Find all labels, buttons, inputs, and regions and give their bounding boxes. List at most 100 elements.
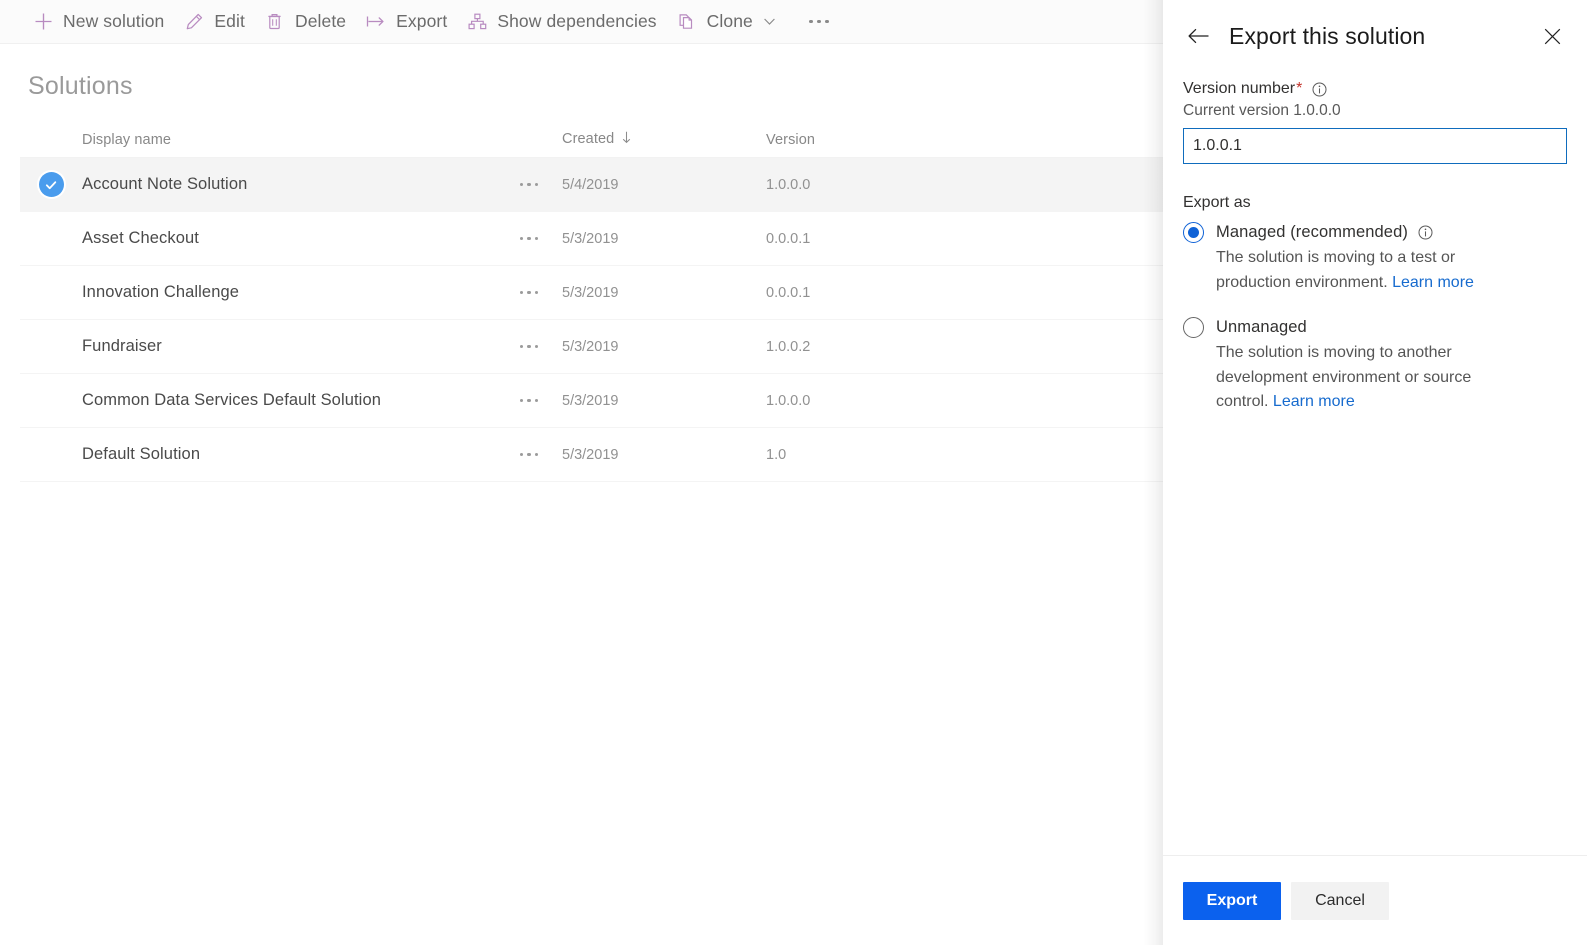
plus-icon xyxy=(30,11,56,33)
solutions-grid: Display name Created Version Account Not… xyxy=(20,122,1163,482)
ellipsis-icon xyxy=(520,291,542,294)
ellipsis-dot xyxy=(817,20,821,24)
radio-unmanaged-description: The solution is moving to another develo… xyxy=(1216,341,1506,415)
row-created: 5/3/2019 xyxy=(562,339,766,355)
row-version: 0.0.0.1 xyxy=(766,285,1026,301)
panel-footer: Export Cancel xyxy=(1163,855,1587,945)
version-number-label-row: Version number* xyxy=(1183,80,1567,98)
table-row[interactable]: Innovation Challenge 5/3/20190.0.0.1 xyxy=(20,266,1163,320)
panel-title: Export this solution xyxy=(1229,23,1425,50)
export-submit-button[interactable]: Export xyxy=(1183,882,1281,920)
clone-button[interactable]: Clone xyxy=(670,0,791,44)
radio-managed[interactable]: Managed (recommended) xyxy=(1183,222,1567,243)
row-more-actions-button[interactable] xyxy=(520,237,562,240)
sort-descending-icon xyxy=(621,131,632,148)
row-more-actions-button[interactable] xyxy=(520,399,562,402)
row-display-name[interactable]: Asset Checkout xyxy=(82,229,520,248)
export-button[interactable]: Export xyxy=(359,0,460,44)
info-icon[interactable] xyxy=(1418,225,1433,240)
cancel-button[interactable]: Cancel xyxy=(1291,882,1389,920)
checkmark-icon xyxy=(39,172,64,197)
row-display-name[interactable]: Fundraiser xyxy=(82,337,520,356)
clone-label: Clone xyxy=(707,11,753,32)
show-dependencies-button[interactable]: Show dependencies xyxy=(460,0,669,44)
page-title: Solutions xyxy=(28,72,133,101)
ellipsis-icon xyxy=(520,345,542,348)
hierarchy-icon xyxy=(464,11,490,33)
radio-button-outer xyxy=(1183,222,1204,243)
row-created: 5/3/2019 xyxy=(562,447,766,463)
export-as-radio-group: Managed (recommended) The solution is mo… xyxy=(1183,222,1567,415)
column-header-version[interactable]: Version xyxy=(766,132,1026,148)
export-solution-panel: Export this solution Version number* xyxy=(1163,0,1587,945)
more-commands-button[interactable] xyxy=(799,0,839,44)
close-button[interactable] xyxy=(1535,19,1569,53)
radio-unmanaged[interactable]: Unmanaged xyxy=(1183,317,1567,338)
ellipsis-icon xyxy=(520,183,542,186)
info-icon[interactable] xyxy=(1312,82,1327,97)
table-row[interactable]: Common Data Services Default Solution 5/3… xyxy=(20,374,1163,428)
delete-button[interactable]: Delete xyxy=(258,0,359,44)
column-header-display-name[interactable]: Display name xyxy=(82,132,520,148)
row-version: 0.0.0.1 xyxy=(766,231,1026,247)
new-solution-label: New solution xyxy=(63,11,164,32)
radio-managed-description: The solution is moving to a test or prod… xyxy=(1216,246,1506,295)
ellipsis-dot xyxy=(825,20,829,24)
learn-more-link-unmanaged[interactable]: Learn more xyxy=(1273,393,1355,410)
grid-rows: Account Note Solution 5/4/2019 1.0.0.0 Asse… xyxy=(20,158,1163,482)
row-version: 1.0.0.2 xyxy=(766,339,1026,355)
learn-more-link-managed[interactable]: Learn more xyxy=(1392,274,1474,291)
command-bar: New solution Edit Delete xyxy=(0,0,1163,44)
table-row[interactable]: Default Solution5/3/20191.0 xyxy=(20,428,1163,482)
panel-header: Export this solution xyxy=(1163,0,1587,72)
ellipsis-dot xyxy=(809,20,813,24)
pencil-icon xyxy=(181,11,207,33)
row-more-actions-button[interactable] xyxy=(520,183,562,186)
export-as-label: Export as xyxy=(1183,194,1567,212)
chevron-down-icon[interactable] xyxy=(762,14,778,30)
radio-unmanaged-label: Unmanaged xyxy=(1216,318,1307,337)
main-content: Solutions Display name Created Version A… xyxy=(0,44,1163,945)
required-marker: * xyxy=(1296,80,1302,98)
row-more-actions-button[interactable] xyxy=(520,453,562,456)
row-more-actions-button[interactable] xyxy=(520,291,562,294)
row-created: 5/3/2019 xyxy=(562,393,766,409)
export-icon xyxy=(363,11,389,33)
version-number-label: Version number xyxy=(1183,80,1295,98)
row-created: 5/4/2019 xyxy=(562,177,766,193)
copy-icon xyxy=(674,11,700,33)
row-more-actions-button[interactable] xyxy=(520,345,562,348)
trash-icon xyxy=(262,11,288,33)
row-select-checkbox[interactable] xyxy=(20,172,82,197)
row-display-name[interactable]: Common Data Services Default Solution xyxy=(82,391,520,410)
export-as-option-managed: Managed (recommended) The solution is mo… xyxy=(1183,222,1567,295)
edit-button[interactable]: Edit xyxy=(177,0,258,44)
row-created: 5/3/2019 xyxy=(562,285,766,301)
table-row[interactable]: Asset Checkout 5/3/20190.0.0.1 xyxy=(20,212,1163,266)
row-display-name[interactable]: Account Note Solution xyxy=(82,175,520,194)
grid-header-row: Display name Created Version xyxy=(20,122,1163,158)
current-version-text: Current version 1.0.0.0 xyxy=(1183,102,1567,120)
table-row[interactable]: Fundraiser 5/3/20191.0.0.2 xyxy=(20,320,1163,374)
row-display-name[interactable]: Default Solution xyxy=(82,445,520,464)
panel-body: Version number* Current version 1.0.0.0 … xyxy=(1163,72,1587,855)
version-number-input[interactable] xyxy=(1183,128,1567,164)
ellipsis-icon xyxy=(520,399,542,402)
new-solution-button[interactable]: New solution xyxy=(26,0,177,44)
close-icon xyxy=(1543,27,1562,46)
radio-button-outer xyxy=(1183,317,1204,338)
edit-label: Edit xyxy=(214,11,245,32)
column-header-created-label: Created xyxy=(562,131,614,147)
ellipsis-icon xyxy=(520,453,542,456)
row-display-name[interactable]: Innovation Challenge xyxy=(82,283,520,302)
ellipsis-icon xyxy=(520,237,542,240)
row-version: 1.0.0.0 xyxy=(766,393,1026,409)
show-dependencies-label: Show dependencies xyxy=(497,11,656,32)
export-as-option-unmanaged: Unmanaged The solution is moving to anot… xyxy=(1183,317,1567,415)
column-header-created[interactable]: Created xyxy=(562,131,766,148)
table-row[interactable]: Account Note Solution5/4/20191.0.0.0 xyxy=(20,158,1163,212)
back-button[interactable] xyxy=(1181,19,1215,53)
delete-label: Delete xyxy=(295,11,346,32)
row-created: 5/3/2019 xyxy=(562,231,766,247)
radio-managed-label: Managed (recommended) xyxy=(1216,223,1408,242)
